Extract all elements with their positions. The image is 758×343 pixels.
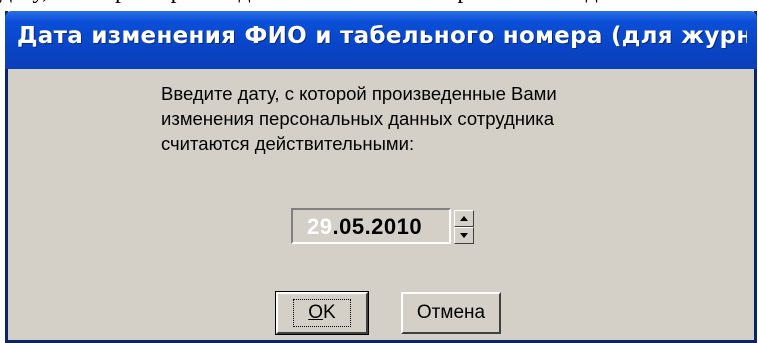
ok-button[interactable]: OK xyxy=(275,291,369,335)
date-selected-segment: 29 xyxy=(307,214,333,239)
dialog-titlebar[interactable]: Дата изменения ФИО и табельного номера (… xyxy=(5,11,757,69)
date-value: 29.05.2010 xyxy=(302,214,423,240)
date-input[interactable]: 29.05.2010 xyxy=(291,208,451,244)
ok-label-rest: K xyxy=(323,302,336,323)
ok-button-label: OK xyxy=(293,299,351,327)
background-document-text: дату, с которой произведенные изменения … xyxy=(0,0,758,8)
date-remaining-segment: .05.2010 xyxy=(332,214,423,239)
instruction-text: Введите дату, с которой произведенные Ва… xyxy=(161,83,557,154)
triangle-down-icon xyxy=(460,233,468,238)
spin-up-button[interactable] xyxy=(454,210,474,227)
spin-down-button[interactable] xyxy=(454,227,474,244)
cancel-button[interactable]: Отмена xyxy=(401,292,501,334)
triangle-up-icon xyxy=(460,216,468,221)
ok-mnemonic: O xyxy=(308,302,324,323)
date-change-dialog: Дата изменения ФИО и табельного номера (… xyxy=(5,11,757,343)
dialog-title: Дата изменения ФИО и табельного номера (… xyxy=(17,23,747,49)
date-spinner[interactable] xyxy=(454,210,474,244)
